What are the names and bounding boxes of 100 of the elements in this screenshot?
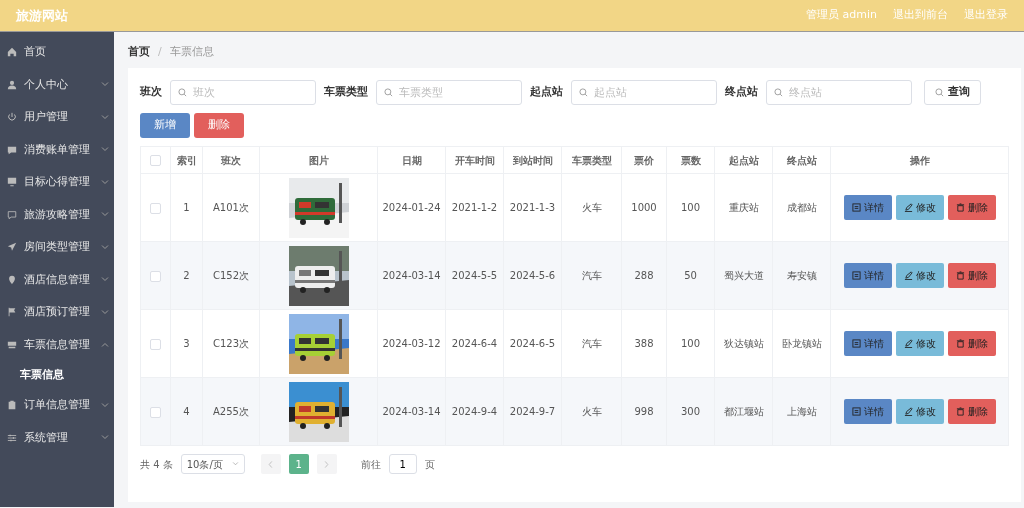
- trash-icon: [955, 407, 965, 416]
- document-icon: [851, 407, 861, 416]
- search-field[interactable]: 起点站: [571, 80, 717, 105]
- select-all-checkbox[interactable]: [150, 155, 161, 166]
- detail-button[interactable]: 详情: [843, 195, 892, 220]
- search-button[interactable]: 查询: [924, 80, 981, 105]
- table-cell: 2024-5-5: [445, 241, 504, 310]
- table-cell: 100: [666, 309, 715, 378]
- sidebar-item[interactable]: 酒店预订管理: [0, 296, 114, 329]
- edit-button[interactable]: 修改: [895, 331, 944, 356]
- table-cell: 汽车: [561, 309, 622, 378]
- column-header: 票数: [666, 146, 715, 174]
- edit-button[interactable]: 修改: [895, 195, 944, 220]
- table-cell: 2024-9-7: [503, 377, 562, 446]
- table-cell: 2024-6-4: [445, 309, 504, 378]
- table-cell: 汽车: [561, 241, 622, 310]
- sidebar-item[interactable]: 首页: [0, 36, 114, 69]
- table-cell: 寿安镇: [772, 241, 831, 310]
- column-header: 操作: [830, 146, 1009, 174]
- breadcrumb-item[interactable]: 首页: [128, 43, 150, 61]
- previous-page-button[interactable]: [260, 454, 281, 474]
- table-cell: 1000: [621, 173, 667, 242]
- menu-item-icon: [7, 177, 17, 188]
- search-field[interactable]: 终点站: [766, 80, 912, 105]
- row-checkbox[interactable]: [150, 270, 161, 282]
- table-cell: 388: [621, 309, 667, 378]
- sidebar-item[interactable]: 订单信息管理: [0, 389, 114, 422]
- column-header: 终点站: [772, 146, 831, 174]
- table-cell: 上海站: [772, 377, 831, 446]
- table-cell: 100: [666, 173, 715, 242]
- table-cell: 都江堰站: [714, 377, 773, 446]
- delete-button[interactable]: 删除: [947, 263, 996, 288]
- column-header: 起点站: [714, 146, 773, 174]
- add-button[interactable]: 新增: [140, 113, 190, 138]
- detail-button[interactable]: 详情: [843, 399, 892, 424]
- chevron-left-icon: [268, 461, 274, 468]
- column-header: 索引: [170, 146, 203, 174]
- table-cell: 蜀兴大道: [714, 241, 773, 310]
- table-cell: C123次: [202, 309, 260, 378]
- filter-label: 班次: [140, 84, 162, 101]
- delete-button[interactable]: 删除: [947, 399, 996, 424]
- goto-suffix: 页: [424, 457, 435, 472]
- table-cell: 288: [621, 241, 667, 310]
- table-cell: 狄达镇站: [714, 309, 773, 378]
- row-checkbox[interactable]: [150, 202, 161, 214]
- sidebar-item[interactable]: 个人中心: [0, 68, 114, 101]
- sidebar-item[interactable]: 酒店信息管理: [0, 263, 114, 296]
- pencil-icon: [903, 407, 913, 416]
- search-icon: [774, 88, 783, 97]
- table-cell: 4: [170, 377, 203, 446]
- table-cell: A255次: [202, 377, 260, 446]
- table-cell: 2024-01-24: [377, 173, 446, 242]
- table-cell: 2024-5-6: [503, 241, 562, 310]
- sidebar-item[interactable]: 系统管理: [0, 421, 114, 454]
- table-cell: 重庆站: [714, 173, 773, 242]
- filter-label: 起点站: [530, 84, 563, 101]
- table-cell: 2021-1-2: [445, 173, 504, 242]
- table-cell: 2: [170, 241, 203, 310]
- menu-item-icon: [7, 144, 17, 155]
- delete-button[interactable]: 删除: [947, 331, 996, 356]
- filter-label: 终点站: [725, 84, 758, 101]
- table-cell: 2024-03-12: [377, 309, 446, 378]
- column-header: 图片: [259, 146, 378, 174]
- trash-icon: [955, 203, 965, 212]
- menu-item-icon: [7, 47, 17, 58]
- column-header: 日期: [377, 146, 446, 174]
- filter-label: 车票类型: [324, 84, 368, 101]
- sidebar-item[interactable]: 用户管理: [0, 101, 114, 134]
- detail-button[interactable]: 详情: [843, 331, 892, 356]
- edit-button[interactable]: 修改: [895, 399, 944, 424]
- table-cell: 火车: [561, 377, 622, 446]
- row-checkbox[interactable]: [150, 338, 161, 350]
- row-checkbox[interactable]: [150, 406, 161, 418]
- delete-button[interactable]: 删除: [947, 195, 996, 220]
- page-size-select[interactable]: 10条/页: [180, 454, 245, 474]
- sidebar-item[interactable]: 房间类型管理: [0, 231, 114, 264]
- table-cell: 2024-6-5: [503, 309, 562, 378]
- menu-item-icon: [7, 400, 17, 411]
- table-cell: 2024-9-4: [445, 377, 504, 446]
- sidebar-subitem[interactable]: 车票信息: [0, 361, 114, 389]
- sidebar-item[interactable]: 旅游攻略管理: [0, 198, 114, 231]
- page-input[interactable]: 1: [388, 454, 417, 474]
- pencil-icon: [903, 203, 913, 212]
- table-cell: 50: [666, 241, 715, 310]
- search-icon: [579, 88, 588, 97]
- sidebar-item[interactable]: 消费账单管理: [0, 133, 114, 166]
- sidebar-item[interactable]: 目标心得管理: [0, 166, 114, 199]
- breadcrumb-item: 车票信息: [169, 43, 214, 60]
- detail-button[interactable]: 详情: [843, 263, 892, 288]
- site-title: 旅游网站: [16, 6, 68, 25]
- search-field[interactable]: 车票类型: [376, 80, 522, 105]
- edit-button[interactable]: 修改: [895, 263, 944, 288]
- menu-item-icon: [7, 79, 17, 90]
- sidebar-item[interactable]: 车票信息管理: [0, 328, 114, 361]
- menu-item-icon: [7, 112, 17, 123]
- table-cell: 2024-03-14: [377, 241, 446, 310]
- table-cell: 2024-03-14: [377, 377, 446, 446]
- chevron-down-icon: [231, 462, 239, 466]
- next-page-button[interactable]: [316, 454, 337, 474]
- menu-item-icon: [7, 307, 17, 318]
